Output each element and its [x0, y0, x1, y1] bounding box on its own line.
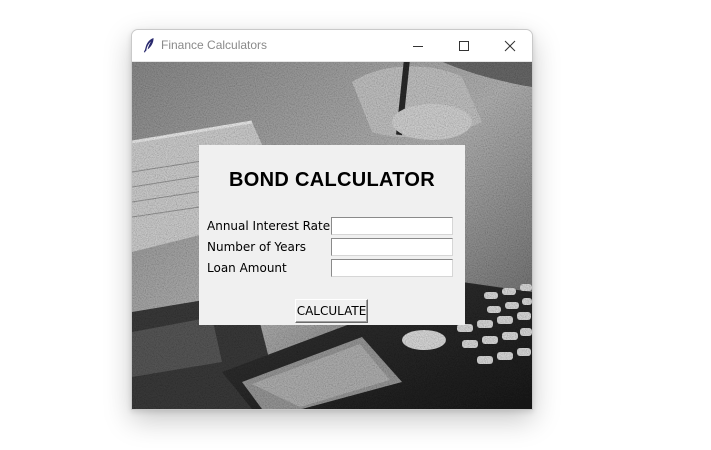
- annual-interest-rate-input[interactable]: [331, 217, 453, 235]
- title-bar[interactable]: Finance Calculators: [132, 30, 532, 62]
- close-icon: [504, 40, 516, 51]
- annual-interest-rate-label: Annual Interest Rate: [207, 219, 331, 233]
- loan-amount-label: Loan Amount: [207, 261, 287, 275]
- minimize-button[interactable]: [395, 30, 441, 61]
- loan-amount-input[interactable]: [331, 259, 453, 277]
- window-title: Finance Calculators: [161, 38, 268, 52]
- number-of-years-input[interactable]: [331, 238, 453, 256]
- window-content: BOND CALCULATOR Annual Interest Rate Num…: [132, 62, 532, 409]
- maximize-button[interactable]: [441, 30, 487, 61]
- minimize-icon: [413, 45, 423, 47]
- bond-calculator-panel: BOND CALCULATOR Annual Interest Rate Num…: [199, 145, 465, 325]
- page-title: BOND CALCULATOR: [229, 169, 435, 191]
- feather-icon: [142, 37, 156, 53]
- app-window: Finance Calculators BOND CALCULATOR Annu…: [131, 29, 533, 410]
- calculate-button[interactable]: CALCULATE: [295, 299, 368, 323]
- number-of-years-label: Number of Years: [207, 240, 307, 254]
- maximize-icon: [459, 40, 469, 51]
- close-button[interactable]: [487, 30, 532, 61]
